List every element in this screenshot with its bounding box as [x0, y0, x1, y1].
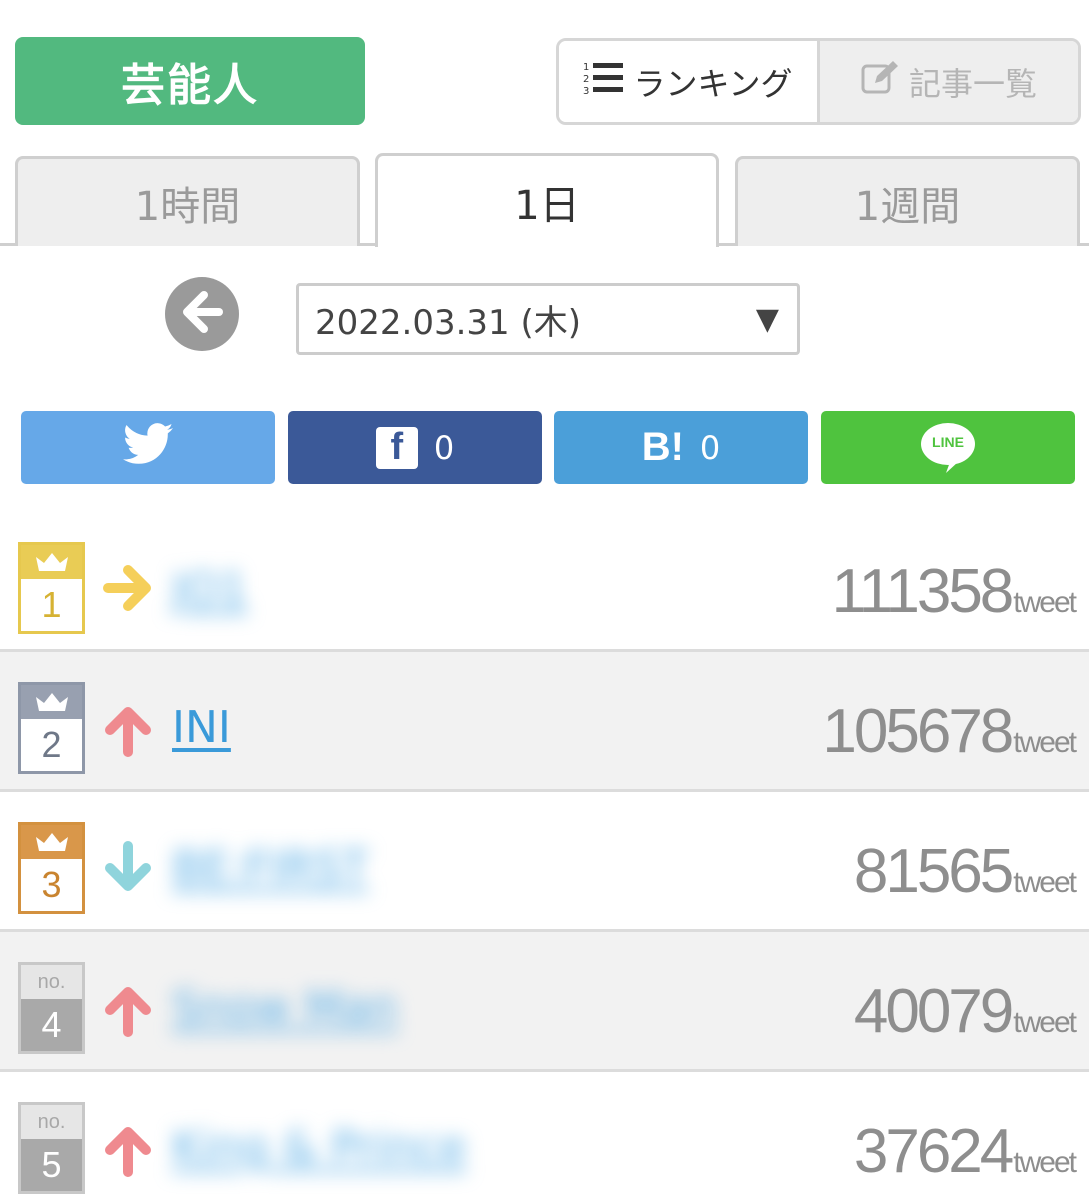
ranking-list: 1 JO1 111358 tweet 2 INI 105678 tweet 3 …	[0, 520, 1089, 1200]
tab-1-hour[interactable]: 1時間	[15, 156, 360, 246]
ranking-item-link[interactable]: JO1	[172, 564, 248, 615]
twitter-share-button[interactable]	[21, 411, 275, 484]
tab-1-day[interactable]: 1日	[375, 153, 719, 247]
category-label: 芸能人	[121, 60, 259, 111]
ranking-item-link[interactable]: INI	[172, 702, 231, 753]
rank-number: 4	[21, 999, 82, 1051]
crown-icon	[21, 545, 82, 579]
svg-text:2: 2	[583, 74, 589, 85]
rank-badge: no. 5	[18, 1102, 85, 1194]
rank-badge: 2	[18, 682, 85, 774]
rank-badge: 1	[18, 542, 85, 634]
hatena-logo: B!	[641, 425, 684, 469]
article-list-view-button[interactable]: 記事一覧	[817, 41, 1078, 122]
svg-text:1: 1	[583, 62, 589, 73]
hatena-bookmark-button[interactable]: B! 0	[554, 411, 808, 484]
line-logo-text: LINE	[932, 433, 964, 450]
rank-badge: no. 4	[18, 962, 85, 1054]
period-tabs: 1時間 1日 1週間	[0, 153, 1089, 247]
tweet-unit: tweet	[1013, 866, 1077, 899]
trend-right-icon	[100, 560, 156, 616]
trend-up-icon	[100, 702, 156, 758]
share-buttons: f 0 B! 0 LINE	[21, 411, 1075, 484]
tweet-count-value: 81565	[853, 837, 1014, 906]
crown-icon	[21, 825, 82, 859]
facebook-share-count: 0	[433, 428, 455, 467]
tweet-unit: tweet	[1013, 1006, 1077, 1039]
line-share-button[interactable]: LINE	[821, 411, 1075, 484]
tweet-count-value: 40079	[853, 977, 1014, 1046]
category-button[interactable]: 芸能人	[15, 37, 365, 125]
rank-badge-prefix: no.	[21, 1105, 82, 1139]
tab-1-week[interactable]: 1週間	[735, 156, 1080, 246]
tab-1-week-label: 1週間	[854, 183, 961, 230]
tweet-count-value: 105678	[822, 697, 1014, 766]
svg-text:3: 3	[583, 86, 589, 96]
tweet-count: 105678 tweet	[822, 696, 1077, 767]
tab-1-hour-label: 1時間	[134, 183, 241, 230]
rank-number: 2	[21, 719, 82, 771]
ranking-row: no. 5 King & Prince 37624 tweet	[0, 1072, 1089, 1200]
rank-number: 5	[21, 1139, 82, 1191]
arrow-left-icon	[177, 287, 227, 341]
trend-up-icon	[100, 1122, 156, 1178]
previous-date-button[interactable]	[165, 277, 239, 351]
ranking-view-label: ランキング	[633, 64, 793, 103]
date-select-value: 2022.03.31 (木)	[315, 302, 582, 343]
tweet-unit: tweet	[1013, 586, 1077, 619]
rank-number: 3	[21, 859, 82, 911]
ranking-row: 2 INI 105678 tweet	[0, 652, 1089, 792]
hatena-share-count: 0	[699, 428, 721, 467]
tweet-unit: tweet	[1013, 1146, 1077, 1179]
facebook-logo-letter: f	[390, 426, 404, 468]
rank-number: 1	[21, 579, 82, 631]
facebook-logo-icon: f	[375, 426, 418, 469]
trend-down-icon	[100, 840, 156, 896]
ranking-item-link[interactable]: King & Prince	[172, 1122, 466, 1173]
tweet-count: 37624 tweet	[853, 1116, 1077, 1187]
ranked-list-icon: 1 2 3	[583, 60, 624, 104]
article-list-view-label: 記事一覧	[908, 64, 1037, 103]
tab-1-day-label: 1日	[514, 182, 580, 229]
ranking-view-button[interactable]: 1 2 3 ランキング	[559, 41, 817, 122]
facebook-share-button[interactable]: f 0	[288, 411, 542, 484]
tweet-count: 111358 tweet	[831, 556, 1077, 627]
ranking-row: 3 BE:FIRST 81565 tweet	[0, 792, 1089, 932]
ranking-row: 1 JO1 111358 tweet	[0, 520, 1089, 652]
ranking-item-link[interactable]: Snow Man	[172, 982, 398, 1033]
twitter-bird-icon	[123, 422, 173, 473]
view-switch: 1 2 3 ランキング 記事一覧	[556, 38, 1081, 125]
line-logo-icon: LINE	[920, 422, 976, 474]
edit-icon	[861, 60, 899, 103]
caret-down-icon: ▼	[755, 301, 779, 337]
crown-icon	[21, 685, 82, 719]
rank-badge-prefix: no.	[21, 965, 82, 999]
tweet-count-value: 111358	[831, 557, 1015, 626]
tweet-count: 81565 tweet	[853, 836, 1077, 907]
ranking-row: no. 4 Snow Man 40079 tweet	[0, 932, 1089, 1072]
tweet-count: 40079 tweet	[853, 976, 1077, 1047]
date-select[interactable]: 2022.03.31 (木) ▼	[296, 283, 800, 355]
tweet-count-value: 37624	[853, 1117, 1014, 1186]
trend-up-icon	[100, 982, 156, 1038]
ranking-item-link[interactable]: BE:FIRST	[172, 842, 368, 893]
rank-badge: 3	[18, 822, 85, 914]
tweet-unit: tweet	[1013, 726, 1077, 759]
